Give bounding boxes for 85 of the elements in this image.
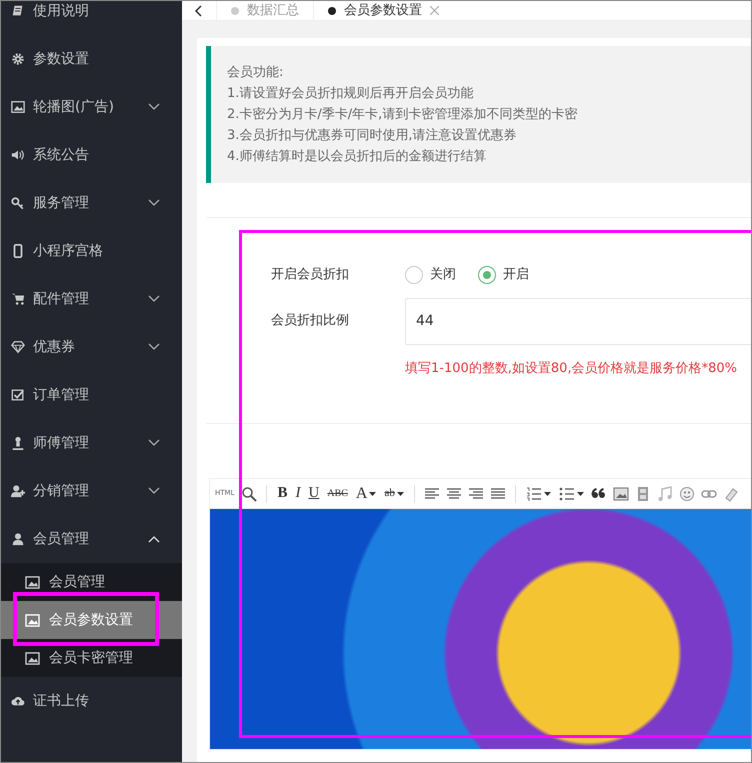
- sidebar-item[interactable]: 使用说明: [1, 1, 182, 35]
- submenu-item[interactable]: 会员管理: [1, 563, 182, 601]
- sidebar-item-label: 师傅管理: [33, 434, 89, 452]
- toolbar-button[interactable]: B: [276, 484, 288, 503]
- cloud-upload-icon: [11, 694, 25, 708]
- speaker-icon: [11, 148, 25, 162]
- sidebar-item[interactable]: 分销管理: [1, 467, 182, 515]
- toolbar-button[interactable]: ab: [383, 486, 405, 501]
- picture-icon: [11, 100, 25, 114]
- cart-icon: [11, 292, 25, 306]
- sidebar-item-label: 配件管理: [33, 290, 89, 308]
- search-icon[interactable]: [241, 486, 258, 502]
- sidebar-item-label: 小程序宫格: [33, 242, 103, 260]
- sidebar-item-label: 优惠券: [33, 338, 75, 356]
- sidebar-item-label: 订单管理: [33, 386, 89, 404]
- notice-line: 会员功能:: [227, 64, 284, 82]
- picture-icon: [25, 652, 40, 664]
- radio-option[interactable]: 关闭: [405, 265, 456, 284]
- sidebar-item[interactable]: 系统公告: [1, 131, 182, 179]
- caret-icon: [396, 492, 404, 496]
- gear-icon: [11, 52, 25, 66]
- toolbar-button[interactable]: ABC: [326, 486, 349, 500]
- sidebar-item-label: 证书上传: [33, 692, 89, 710]
- submenu-item[interactable]: 会员卡密管理: [1, 639, 182, 677]
- numbered-list-icon: [526, 486, 542, 502]
- sidebar-item[interactable]: 优惠券: [1, 323, 182, 371]
- sidebar-item-label: 分销管理: [33, 482, 89, 500]
- tab[interactable]: 会员参数设置: [313, 1, 453, 20]
- add-user-icon: [11, 484, 25, 498]
- picture-icon: [25, 614, 40, 626]
- sidebar-item[interactable]: 配件管理: [1, 275, 182, 323]
- toolbar-button[interactable]: A: [354, 484, 378, 504]
- person-icon: [11, 436, 25, 450]
- toolbar-button[interactable]: I: [294, 484, 302, 503]
- sidebar-item-label: 会员管理: [33, 530, 89, 548]
- notice-line: 3.会员折扣与优惠券可同时使用,请注意设置优惠券: [227, 127, 518, 145]
- sidebar-item[interactable]: 证书上传: [1, 677, 182, 725]
- align-right-icon[interactable]: [468, 486, 484, 502]
- input-field[interactable]: 44: [405, 298, 751, 344]
- field-label: 会员折扣比例: [271, 312, 350, 330]
- submenu-item-label: 会员管理: [49, 572, 105, 592]
- sidebar-item[interactable]: 师傅管理: [1, 419, 182, 467]
- user-icon: [11, 532, 25, 546]
- notice-line: 4.师傅结算时是以会员折扣后的金额进行结算: [227, 148, 488, 166]
- align-center-icon[interactable]: [446, 486, 462, 502]
- hint-text: 填写1-100的整数,如设置80,会员价格就是服务价格*80%: [404, 360, 738, 378]
- sidebar-item-label: 参数设置: [33, 50, 89, 68]
- tab-dot-icon: [231, 6, 239, 14]
- submenu-item-label: 会员参数设置: [49, 610, 133, 630]
- sidebar-item-label: 轮播图(广告): [33, 98, 114, 116]
- book-icon: [11, 4, 25, 18]
- sidebar-item[interactable]: 轮播图(广告): [1, 83, 182, 131]
- phone-icon: [11, 244, 25, 258]
- caret-icon: [369, 492, 376, 496]
- checkbox-icon: [11, 388, 25, 402]
- tab-dot-icon: [328, 6, 336, 14]
- caret-icon: [576, 492, 584, 496]
- sidebar-item[interactable]: 小程序宫格: [1, 227, 182, 275]
- sidebar-item-label: 服务管理: [33, 194, 89, 212]
- eraser-icon[interactable]: [722, 486, 739, 502]
- picture-icon: [25, 576, 40, 588]
- notice-line: 2.卡密分为月卡/季卡/年卡,请到卡密管理添加不同类型的卡密: [227, 106, 578, 124]
- smiley-icon[interactable]: [678, 486, 695, 502]
- sidebar-item[interactable]: 订单管理: [1, 371, 182, 419]
- sidebar-item[interactable]: 服务管理: [1, 179, 182, 227]
- toolbar-button[interactable]: U: [308, 484, 320, 503]
- align-left-icon[interactable]: [424, 486, 440, 502]
- diamond-icon: [11, 340, 25, 354]
- image-icon[interactable]: [612, 486, 629, 502]
- close-icon: [430, 6, 439, 15]
- justify-icon[interactable]: [490, 486, 506, 502]
- key-icon: [11, 196, 25, 210]
- tab-label: 会员参数设置: [344, 2, 422, 20]
- tab-label: 数据汇总: [247, 2, 299, 20]
- submenu-item-label: 会员卡密管理: [49, 648, 133, 668]
- sidebar-item-label: 系统公告: [33, 146, 89, 164]
- sidebar-item-label: 使用说明: [33, 2, 89, 20]
- submenu-item[interactable]: 会员参数设置: [1, 601, 182, 639]
- sidebar-item[interactable]: 参数设置: [1, 35, 182, 83]
- notice-line: 1.请设置好会员折扣规则后再开启会员功能: [227, 85, 474, 103]
- field-label: 开启会员折扣: [271, 266, 350, 284]
- caret-icon: [544, 492, 551, 496]
- radio-option[interactable]: 开启: [478, 265, 529, 284]
- sidebar-item[interactable]: 会员管理: [1, 515, 182, 563]
- bullet-list-icon: [558, 486, 575, 502]
